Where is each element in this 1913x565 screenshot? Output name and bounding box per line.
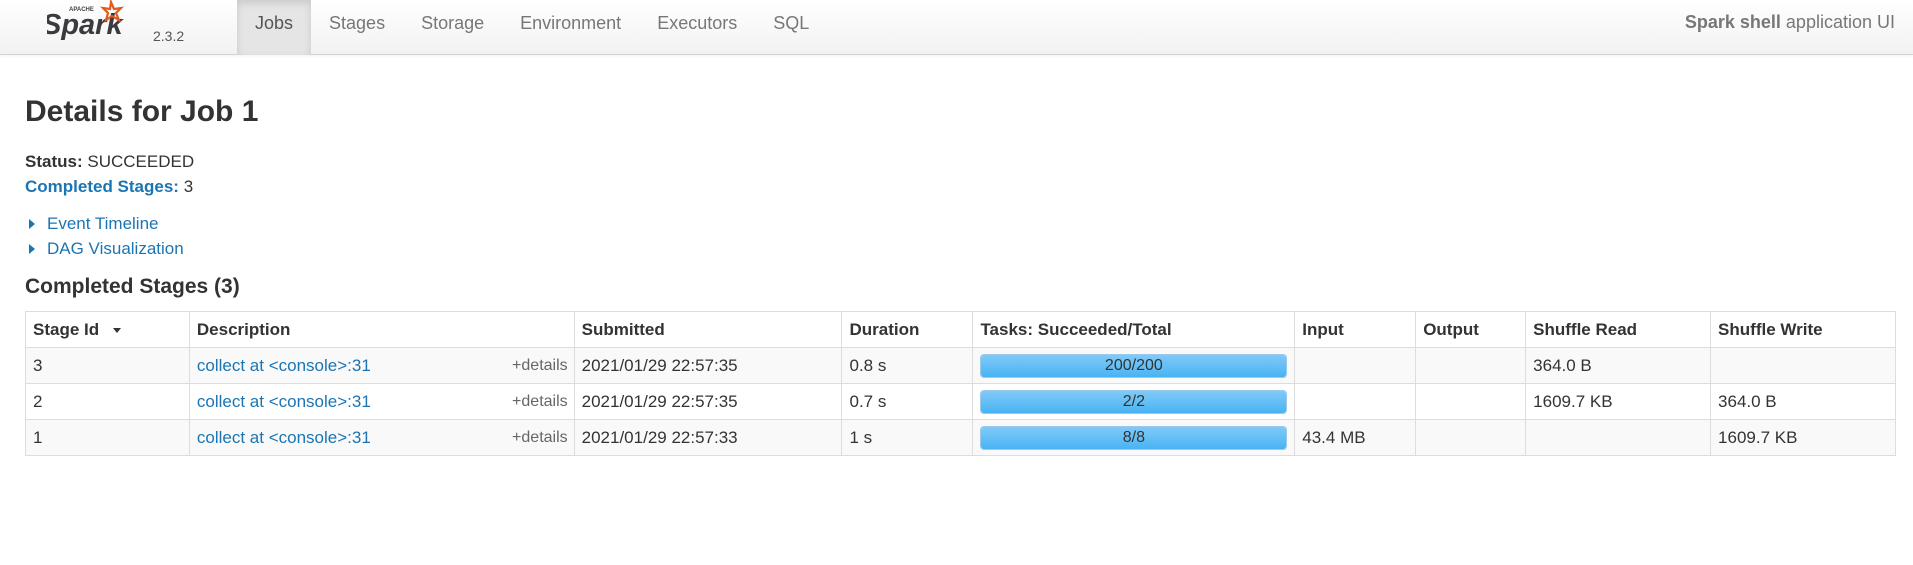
cell-shuffle-write: 1609.7 KB [1710,419,1896,456]
cell-shuffle-read: 1609.7 KB [1525,383,1712,420]
col-header-output[interactable]: Output [1415,311,1527,348]
progress-label: 2/2 [1122,392,1145,410]
cell-output [1415,419,1527,456]
tab-storage[interactable]: Storage [403,0,502,55]
dag-visualization-label: DAG Visualization [47,239,184,258]
col-header-shuffle-read[interactable]: Shuffle Read [1525,311,1712,348]
cell-stage-id: 1 [25,419,190,456]
cell-shuffle-read [1525,419,1712,456]
cell-stage-id: 2 [25,383,190,420]
status-label: Status: [25,152,83,171]
cell-shuffle-write: 364.0 B [1710,383,1896,420]
stage-description-link[interactable]: collect at <console>:31 [197,356,371,375]
version-label: 2.3.2 [153,28,185,44]
event-timeline-toggle[interactable]: Event Timeline [25,211,1888,236]
cell-description: collect at <console>:31 +details [188,383,575,420]
stage-description-link[interactable]: collect at <console>:31 [197,392,371,411]
top-navbar: APACHE Spark 2.3.2 Jobs Stages Storage E… [0,0,1913,55]
app-title: Spark shell application UI [1685,12,1895,33]
col-header-description[interactable]: Description [188,311,575,348]
details-toggle[interactable]: +details [512,357,568,375]
col-label: Stage Id [33,319,100,339]
spark-logo[interactable]: APACHE Spark 2.3.2 [47,0,197,55]
cell-input [1294,347,1417,384]
cell-duration: 0.8 s [841,347,974,384]
cell-submitted: 2021/01/29 22:57:33 [573,419,843,456]
cell-tasks: 200/200 [972,347,1296,384]
table-row: 3 collect at <console>:31 +details 2021/… [25,347,1896,384]
progress-label: 8/8 [1122,428,1145,446]
expand-arrow-icon [29,243,35,254]
tasks-progress-bar: 200/200 [980,353,1288,378]
tasks-progress-bar: 2/2 [980,389,1288,414]
cell-shuffle-read: 364.0 B [1525,347,1712,384]
cell-duration: 1 s [841,419,974,456]
tab-stages[interactable]: Stages [311,0,403,55]
col-header-duration[interactable]: Duration [841,311,974,348]
details-toggle[interactable]: +details [512,393,568,411]
cell-stage-id: 3 [25,347,190,384]
col-header-submitted[interactable]: Submitted [573,311,843,348]
col-header-stage-id[interactable]: Stage Id [25,311,190,348]
tab-jobs[interactable]: Jobs [237,0,312,55]
expand-arrow-icon [29,218,35,229]
col-header-tasks[interactable]: Tasks: Succeeded/Total [972,311,1296,348]
cell-output [1415,347,1527,384]
cell-output [1415,383,1527,420]
col-header-shuffle-write[interactable]: Shuffle Write [1710,311,1896,348]
event-timeline-label: Event Timeline [47,214,159,233]
dag-visualization-toggle[interactable]: DAG Visualization [25,236,1888,261]
cell-description: collect at <console>:31 +details [188,419,575,456]
tab-sql[interactable]: SQL [755,0,827,55]
sort-desc-icon [113,327,122,333]
table-header-row: Stage Id Description Submitted Duration … [25,311,1896,348]
section-title: Completed Stages (3) [25,275,240,298]
app-suffix: application UI [1785,12,1895,32]
job-summary: Status: SUCCEEDED Completed Stages: 3 [25,149,1888,199]
cell-input [1294,383,1417,420]
table-row: 2 collect at <console>:31 +details 2021/… [25,383,1896,420]
app-name: Spark shell [1684,12,1781,32]
nav-tabs: Jobs Stages Storage Environment Executor… [237,0,827,55]
page-title: Details for Job 1 [25,95,259,128]
details-toggle[interactable]: +details [512,429,568,447]
tab-environment[interactable]: Environment [502,0,639,55]
tasks-progress-bar: 8/8 [980,425,1288,450]
cell-input: 43.4 MB [1294,419,1417,456]
main-content: Details for Job 1 Status: SUCCEEDED Comp… [0,95,1913,456]
tab-executors[interactable]: Executors [639,0,755,55]
cell-description: collect at <console>:31 +details [188,347,575,384]
cell-tasks: 2/2 [972,383,1296,420]
progress-label: 200/200 [1104,356,1163,374]
cell-tasks: 8/8 [972,419,1296,456]
expanders: Event Timeline DAG Visualization [25,211,1888,261]
col-header-input[interactable]: Input [1294,311,1417,348]
cell-submitted: 2021/01/29 22:57:35 [573,347,843,384]
logo-spark-text: Spark [47,9,124,41]
cell-shuffle-write [1710,347,1896,384]
table-row: 1 collect at <console>:31 +details 2021/… [25,419,1896,456]
completed-stages-count: 3 [183,177,194,196]
cell-submitted: 2021/01/29 22:57:35 [573,383,843,420]
stages-table: Stage Id Description Submitted Duration … [25,311,1896,456]
cell-duration: 0.7 s [841,383,974,420]
stage-description-link[interactable]: collect at <console>:31 [197,428,371,447]
status-value: SUCCEEDED [87,152,195,171]
completed-stages-link[interactable]: Completed Stages: [25,177,179,196]
